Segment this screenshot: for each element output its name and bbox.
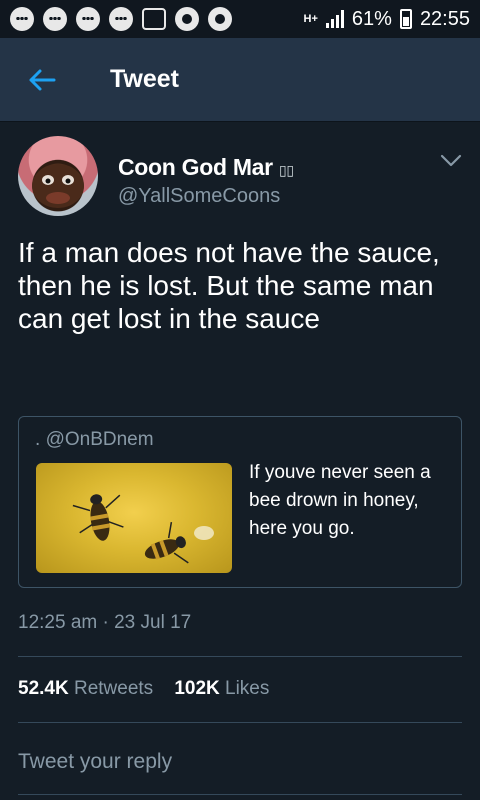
tweet-stats: 52.4K Retweets 102K Likes: [18, 678, 269, 700]
retweets-stat[interactable]: 52.4K Retweets: [18, 678, 153, 699]
likes-label: Likes: [225, 678, 270, 699]
retweets-label: Retweets: [73, 678, 154, 699]
author-name-text: Coon God Mar: [118, 154, 273, 180]
quoted-handle-text: @OnBDnem: [45, 429, 154, 450]
quoted-handle: . @OnBDnem: [35, 429, 154, 451]
chevron-down-icon[interactable]: [440, 154, 462, 168]
quoted-tweet[interactable]: . @OnBDnem If youve never seen a bee dro…: [18, 416, 462, 588]
tweet-text: If a man does not have the sauce, then h…: [18, 237, 440, 334]
status-indicators: H+ 61% 22:55: [304, 8, 470, 31]
back-button[interactable]: [12, 50, 72, 110]
bee-illustration: [72, 494, 214, 564]
quoted-prefix: .: [35, 429, 41, 450]
battery-percent: 61%: [351, 7, 392, 30]
author-name[interactable]: Coon God Mar ▯▯: [118, 154, 294, 181]
chat-icon: [10, 7, 34, 31]
app-bar: Tweet: [0, 38, 480, 122]
reply-input[interactable]: Tweet your reply: [18, 750, 462, 786]
likes-count: 102K: [174, 678, 220, 699]
clock: 22:55: [419, 7, 470, 30]
signal-icon: [325, 10, 344, 28]
battery-icon: [399, 9, 412, 29]
chat-icon: [76, 7, 100, 31]
chat-icon: [109, 7, 133, 31]
quoted-media[interactable]: [36, 463, 232, 573]
status-bar: H+ 61% 22:55: [0, 0, 480, 38]
chat-icon: [43, 7, 67, 31]
author-handle[interactable]: @YallSomeCoons: [118, 185, 280, 208]
reply-underline: [18, 794, 462, 795]
image-icon: [142, 8, 166, 30]
likes-stat[interactable]: 102K Likes: [174, 678, 269, 699]
notification-icons: [10, 7, 232, 31]
divider: [18, 722, 462, 723]
page-title: Tweet: [110, 65, 179, 93]
chrome-icon: [175, 7, 199, 31]
avatar-face: [32, 164, 84, 208]
tweet-timestamp: 12:25 am · 23 Jul 17: [18, 612, 192, 633]
tweet-header: Coon God Mar ▯▯ @YallSomeCoons: [18, 136, 462, 216]
name-emoji: ▯▯: [278, 162, 294, 178]
divider: [18, 656, 462, 657]
avatar[interactable]: [18, 136, 98, 216]
retweets-count: 52.4K: [18, 678, 69, 699]
settings-icon: [208, 7, 232, 31]
quoted-text: If youve never seen a bee drown in honey…: [249, 462, 431, 539]
arrow-left-icon: [29, 69, 56, 90]
network-type: H+: [303, 13, 318, 25]
